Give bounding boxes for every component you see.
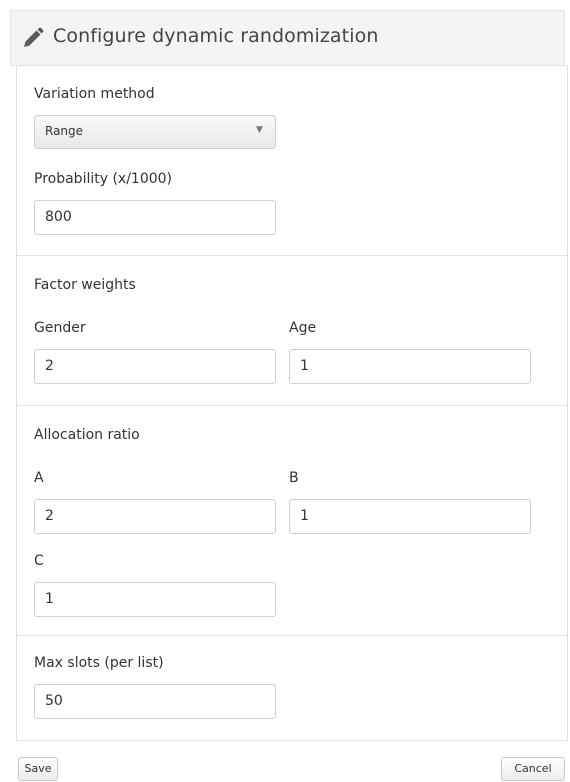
dropdown-caret-icon: ▼ xyxy=(256,125,263,135)
probability-input[interactable]: 800 xyxy=(34,200,276,235)
group-c-label: C xyxy=(34,553,44,569)
factor-weights-heading: Factor weights xyxy=(34,277,136,293)
group-a-input[interactable]: 2 xyxy=(34,499,276,534)
pencil-icon xyxy=(24,27,44,47)
group-c-input[interactable]: 1 xyxy=(34,582,276,617)
gender-label: Gender xyxy=(34,320,86,336)
section-divider xyxy=(16,405,568,406)
age-weight-input[interactable]: 1 xyxy=(289,349,531,384)
dialog-header: Configure dynamic randomization xyxy=(10,10,565,66)
allocation-ratio-heading: Allocation ratio xyxy=(34,427,140,443)
group-b-label: B xyxy=(289,470,299,486)
form-panel xyxy=(16,65,568,741)
variation-method-label: Variation method xyxy=(34,86,155,102)
variation-method-select[interactable]: Range ▼ xyxy=(34,115,276,149)
age-label: Age xyxy=(289,320,317,336)
group-b-input[interactable]: 1 xyxy=(289,499,531,534)
variation-method-value: Range xyxy=(45,124,84,138)
dialog: Configure dynamic randomization Variatio… xyxy=(0,0,570,782)
section-divider xyxy=(16,255,568,256)
max-slots-input[interactable]: 50 xyxy=(34,684,276,719)
group-a-label: A xyxy=(34,470,44,486)
cancel-button[interactable]: Cancel xyxy=(501,757,565,781)
save-button[interactable]: Save xyxy=(18,757,58,781)
probability-label: Probability (x/1000) xyxy=(34,171,173,187)
section-divider xyxy=(16,635,568,636)
max-slots-label: Max slots (per list) xyxy=(34,655,164,671)
dialog-title: Configure dynamic randomization xyxy=(53,25,379,47)
gender-weight-input[interactable]: 2 xyxy=(34,349,276,384)
